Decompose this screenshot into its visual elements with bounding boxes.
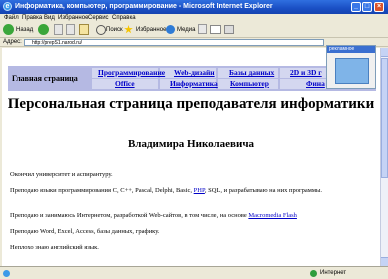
window-title: Информатика, компьютер, программирование… — [15, 3, 273, 10]
nav-link-graphics[interactable]: 2D и 3D г — [290, 68, 322, 77]
address-url: http://prepS1.narod.ru/ — [32, 40, 83, 46]
scroll-thumb[interactable] — [381, 58, 388, 178]
paragraph-programming: Преподаю языки программирования C, C++, … — [10, 187, 372, 195]
menu-bar: Файл Правка Вид Избранное Сервис Справка — [0, 14, 388, 23]
ad-widget[interactable]: рекламное — [326, 45, 376, 89]
address-label: Адрес: — [3, 39, 22, 45]
paragraph-office: Преподаю Word, Excel, Access, базы данны… — [10, 228, 160, 235]
paragraph-internet-text: Преподаю и занимаюсь Интернетом, разрабо… — [10, 212, 249, 219]
stop-icon[interactable] — [54, 24, 63, 35]
internet-zone-label: Интернет — [320, 270, 347, 276]
menu-favorites[interactable]: Избранное — [58, 15, 88, 21]
maximize-button[interactable]: □ — [362, 2, 372, 12]
ad-widget-image — [335, 58, 369, 84]
back-arrow-icon[interactable] — [3, 24, 14, 35]
minimize-button[interactable]: _ — [351, 2, 361, 12]
page-content: Главная страница Программирование Web-ди… — [2, 48, 380, 266]
address-input[interactable]: http://prepS1.narod.ru/ — [24, 39, 324, 46]
nav-link-finance[interactable]: Фина — [306, 79, 325, 88]
nav-home[interactable]: Главная страница — [12, 74, 78, 83]
paragraph-education: Окончил университет и аспирантуру. — [10, 171, 113, 178]
paragraph-programming-text: Преподаю языки программирования C, C++, … — [10, 187, 194, 194]
title-bar: e Информатика, компьютер, программирован… — [0, 0, 388, 14]
page-subtitle: Владимира Николаевича — [127, 138, 255, 150]
nav-link-programming[interactable]: Программирование — [98, 68, 165, 77]
media-icon[interactable] — [166, 25, 175, 34]
toolbar: Назад Поиск Избранное Медиа — [0, 23, 388, 37]
search-icon[interactable] — [96, 25, 106, 35]
paragraph-english: Неплохо знаю английский язык. — [10, 244, 99, 251]
paragraph-programming-text-end: , SQL, и разрабатываю на них программы. — [204, 187, 322, 194]
page-status-icon — [3, 270, 10, 277]
menu-tools[interactable]: Сервис — [88, 15, 109, 21]
menu-view[interactable]: Вид — [44, 15, 55, 21]
ad-widget-label: рекламное — [327, 46, 375, 53]
print-icon[interactable] — [224, 25, 234, 34]
nav-link-databases[interactable]: Базы данных — [229, 68, 274, 77]
favorites-star-icon[interactable] — [124, 25, 133, 34]
nav-link-computer[interactable]: Компьютер — [230, 79, 269, 88]
paragraph-internet: Преподаю и занимаюсь Интернетом, разрабо… — [10, 212, 372, 220]
internet-zone-icon — [310, 270, 317, 277]
vertical-scrollbar[interactable] — [380, 48, 388, 266]
browser-window: e Информатика, компьютер, программирован… — [0, 0, 388, 279]
menu-file[interactable]: Файл — [4, 15, 19, 21]
nav-link-office[interactable]: Office — [115, 79, 135, 88]
forward-arrow-icon[interactable] — [38, 24, 49, 35]
scroll-up-icon[interactable] — [381, 48, 388, 57]
mail-icon[interactable] — [210, 25, 221, 34]
page-title: Персональная страница преподавателя инфо… — [7, 96, 375, 112]
history-icon[interactable] — [198, 24, 207, 34]
flash-link[interactable]: Macromedia Flash — [248, 212, 297, 219]
nav-table: Главная страница Программирование Web-ди… — [8, 66, 376, 91]
nav-link-web-design[interactable]: Web-дизайн — [174, 68, 215, 77]
menu-edit[interactable]: Правка — [22, 15, 42, 21]
menu-help[interactable]: Справка — [112, 15, 136, 21]
home-icon[interactable] — [79, 24, 89, 35]
close-button[interactable]: × — [374, 2, 384, 12]
refresh-icon[interactable] — [66, 24, 75, 35]
ie-logo-icon: e — [3, 2, 12, 11]
php-link[interactable]: PHP — [194, 187, 205, 194]
status-bar: Интернет — [0, 266, 388, 279]
nav-link-informatics[interactable]: Информатика — [170, 79, 218, 88]
scroll-down-icon[interactable] — [381, 257, 388, 266]
